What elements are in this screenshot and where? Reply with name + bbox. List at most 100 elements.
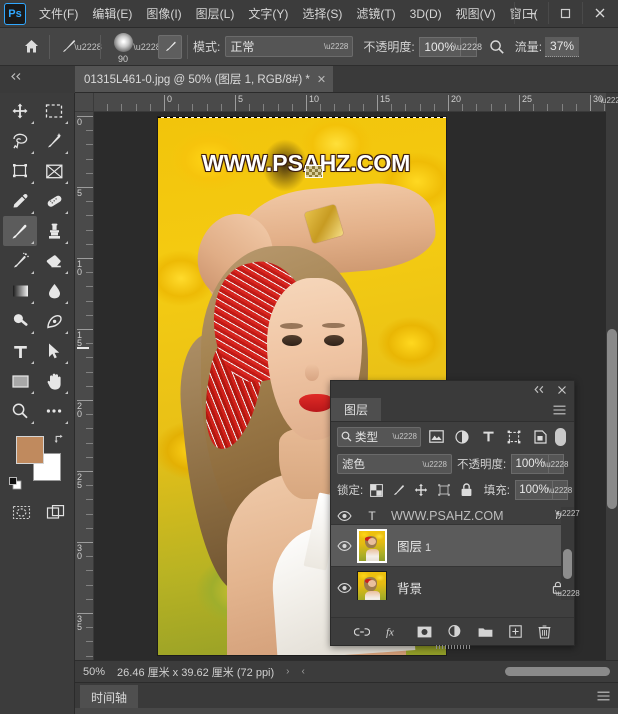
- layer-name[interactable]: 背景: [397, 578, 422, 597]
- status-expand-icon[interactable]: ›: [286, 666, 289, 677]
- default-colors-icon[interactable]: [9, 477, 22, 490]
- dodge-tool[interactable]: [3, 306, 37, 336]
- new-layer-button[interactable]: [509, 625, 522, 638]
- frame-tool[interactable]: [37, 156, 71, 186]
- layer-blend-mode-select[interactable]: 滤色 \u2228: [337, 454, 452, 474]
- layer-visibility-toggle[interactable]: [331, 540, 357, 551]
- home-icon[interactable]: [18, 34, 44, 60]
- layer-name[interactable]: WWW.PSAHZ.COM: [391, 509, 504, 523]
- pixel-filter-icon[interactable]: [425, 427, 447, 447]
- eraser-tool[interactable]: [37, 246, 71, 276]
- scroll-up-icon[interactable]: \u2227: [600, 93, 618, 107]
- brush-preset-caret-icon[interactable]: \u2228: [133, 42, 161, 52]
- quick-mask-icon[interactable]: [4, 498, 38, 526]
- toolbar-collapse-icon[interactable]: [6, 66, 30, 86]
- layers-panel-menu-icon[interactable]: [553, 398, 574, 421]
- menu-3d[interactable]: 3D(D): [403, 3, 449, 25]
- layer-name[interactable]: 图层 1: [397, 536, 431, 555]
- scroll-up-icon[interactable]: \u2227: [555, 507, 579, 520]
- marquee-tool[interactable]: [37, 96, 71, 126]
- table-row[interactable]: T WWW.PSAHZ.COM fx: [331, 507, 574, 525]
- layers-panel-titlebar[interactable]: [331, 381, 574, 398]
- menu-select[interactable]: 选择(S): [295, 3, 349, 25]
- foreground-color-swatch[interactable]: [16, 436, 44, 464]
- canvas-vertical-scrollbar[interactable]: \u2227: [600, 93, 618, 660]
- filter-type-select[interactable]: 类型 \u2228: [337, 426, 421, 447]
- more-tools[interactable]: [37, 396, 71, 426]
- status-collapse-icon[interactable]: ‹: [302, 666, 305, 677]
- type-filter-icon[interactable]: [477, 427, 499, 447]
- close-button[interactable]: [582, 2, 616, 24]
- adjustment-filter-icon[interactable]: [451, 427, 473, 447]
- healing-brush-tool[interactable]: [37, 186, 71, 216]
- layers-list[interactable]: T WWW.PSAHZ.COM fx 图层 1 背景: [331, 507, 574, 600]
- swap-colors-icon[interactable]: [53, 432, 66, 444]
- tab-layers[interactable]: 图层: [331, 398, 382, 421]
- layer-visibility-toggle[interactable]: [331, 510, 357, 521]
- layers-scroll-thumb[interactable]: [563, 549, 572, 579]
- menu-edit[interactable]: 编辑(E): [85, 3, 139, 25]
- menu-layer[interactable]: 图层(L): [189, 3, 242, 25]
- layer-style-button[interactable]: fx: [386, 625, 401, 639]
- lock-transparency-icon[interactable]: [368, 480, 385, 500]
- table-row[interactable]: 图层 1: [331, 525, 574, 567]
- filter-toggle-switch[interactable]: [555, 427, 566, 446]
- lock-pixels-icon[interactable]: [391, 480, 408, 500]
- layer-thumbnail[interactable]: [357, 528, 387, 563]
- history-brush-tool[interactable]: [3, 246, 37, 276]
- blend-mode-select[interactable]: 正常 \u2228: [225, 36, 354, 57]
- zoom-tool[interactable]: [3, 396, 37, 426]
- crop-tool[interactable]: [3, 156, 37, 186]
- menu-type[interactable]: 文字(Y): [241, 3, 295, 25]
- rectangle-tool[interactable]: [3, 366, 37, 396]
- brush-tool[interactable]: [3, 216, 37, 246]
- move-tool[interactable]: [3, 96, 37, 126]
- zoom-level[interactable]: 50%: [83, 666, 105, 678]
- eyedropper-tool[interactable]: [3, 186, 37, 216]
- clone-stamp-tool[interactable]: [37, 216, 71, 246]
- timeline-panel-menu-icon[interactable]: [597, 691, 610, 701]
- document-tab[interactable]: 01315L461-0.jpg @ 50% (图层 1, RGB/8#) * ✕: [75, 66, 335, 92]
- gradient-tool[interactable]: [3, 276, 37, 306]
- new-group-button[interactable]: [478, 626, 493, 638]
- tab-timeline[interactable]: 时间轴: [80, 685, 139, 709]
- lock-all-icon[interactable]: [457, 480, 474, 500]
- menu-image[interactable]: 图像(I): [139, 3, 188, 25]
- link-layers-button[interactable]: [354, 627, 370, 637]
- horizontal-ruler[interactable]: 0 5 10 15 20 25 30: [94, 93, 606, 112]
- screen-mode-icon[interactable]: [38, 498, 72, 526]
- table-row[interactable]: 背景: [331, 567, 574, 600]
- delete-layer-button[interactable]: [538, 624, 551, 639]
- type-tool[interactable]: [3, 336, 37, 366]
- flow-input[interactable]: 37%: [545, 36, 580, 57]
- maximize-button[interactable]: [548, 2, 582, 24]
- lasso-tool[interactable]: [3, 126, 37, 156]
- layer-thumbnail[interactable]: [357, 570, 387, 600]
- layers-panel-close-icon[interactable]: [557, 385, 567, 395]
- shape-filter-icon[interactable]: [503, 427, 525, 447]
- new-adjustment-button[interactable]: [448, 625, 462, 638]
- add-mask-button[interactable]: [417, 626, 432, 638]
- menu-filter[interactable]: 滤镜(T): [349, 3, 402, 25]
- canvas-vscroll-thumb[interactable]: [607, 329, 617, 509]
- smartobject-filter-icon[interactable]: [529, 427, 551, 447]
- vertical-ruler[interactable]: 0 5 10 15 20 25 30 35: [75, 112, 94, 660]
- pen-tool[interactable]: [37, 306, 71, 336]
- layers-list-scrollbar[interactable]: \u2227 \u2228: [555, 507, 580, 600]
- panel-resize-handle[interactable]: [435, 645, 470, 649]
- brush-preset-picker[interactable]: 90: [106, 32, 140, 64]
- document-tab-close-icon[interactable]: ✕: [317, 73, 326, 86]
- magnifier-icon[interactable]: [485, 35, 509, 59]
- menu-view[interactable]: 视图(V): [449, 3, 503, 25]
- menu-file[interactable]: 文件(F): [32, 3, 85, 25]
- blur-tool[interactable]: [37, 276, 71, 306]
- quick-select-tool[interactable]: [37, 126, 71, 156]
- ruler-corner[interactable]: [75, 93, 94, 112]
- scroll-down-icon[interactable]: \u2228: [555, 587, 579, 600]
- layer-fill-stepper-icon[interactable]: \u2228: [548, 480, 572, 500]
- canvas-hscroll-thumb[interactable]: [505, 667, 610, 676]
- path-select-tool[interactable]: [37, 336, 71, 366]
- opacity-control[interactable]: 100% \u2228: [418, 36, 482, 57]
- layer-opacity-stepper-icon[interactable]: \u2228: [544, 454, 568, 474]
- hand-tool[interactable]: [37, 366, 71, 396]
